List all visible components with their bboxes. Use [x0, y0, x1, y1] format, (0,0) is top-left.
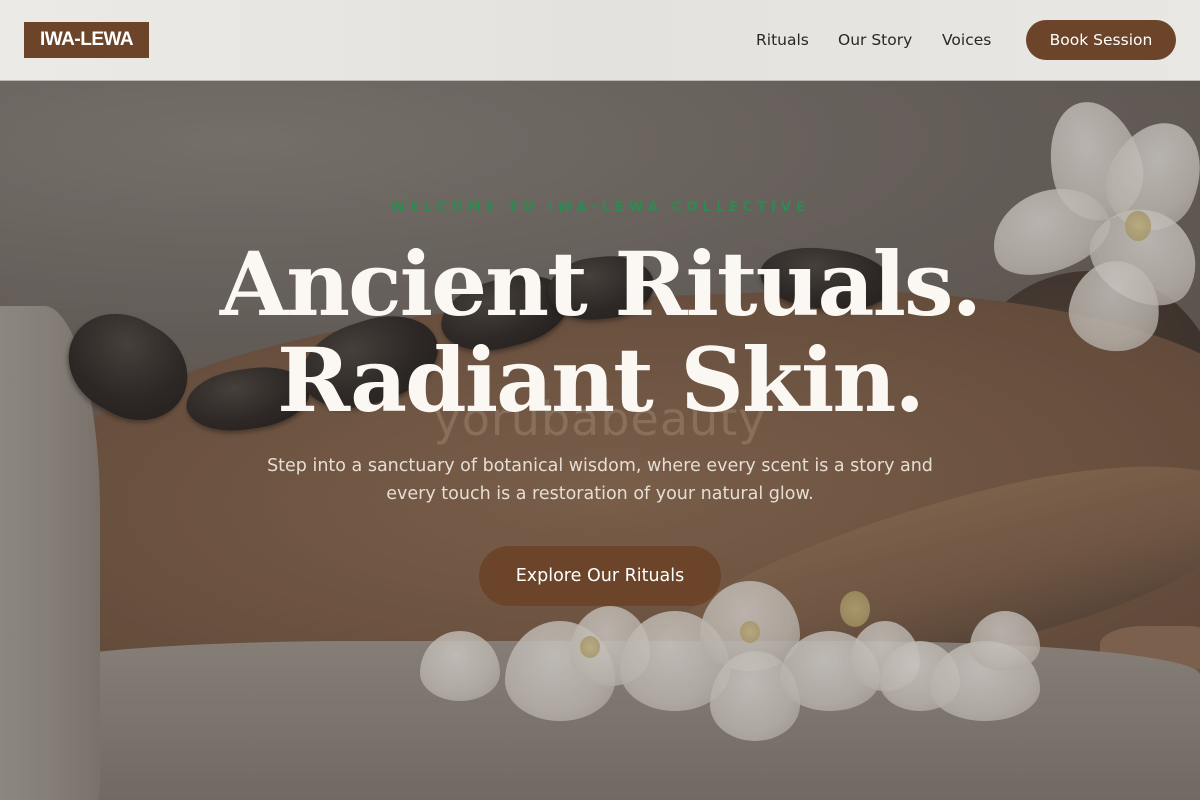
nav-link-our-story[interactable]: Our Story: [838, 30, 912, 50]
hero-eyebrow: WELCOME TO IWA-LEWA COLLECTIVE: [390, 199, 810, 215]
site-header: IWA-LEWA Rituals Our Story Voices Book S…: [0, 0, 1200, 81]
book-session-button[interactable]: Book Session: [1026, 20, 1176, 60]
explore-rituals-button[interactable]: Explore Our Rituals: [479, 546, 721, 606]
hero-headline-line-2: Radiant Skin.: [277, 328, 925, 432]
hero-headline-line-1: Ancient Rituals.: [219, 232, 982, 336]
nav-link-rituals[interactable]: Rituals: [756, 30, 809, 50]
nav-link-voices[interactable]: Voices: [942, 30, 991, 50]
brand-logo[interactable]: IWA-LEWA: [24, 22, 150, 58]
hero-subtext: Step into a sanctuary of botanical wisdo…: [267, 456, 933, 504]
hero-headline: Ancient Rituals. Radiant Skin.: [0, 236, 1200, 428]
